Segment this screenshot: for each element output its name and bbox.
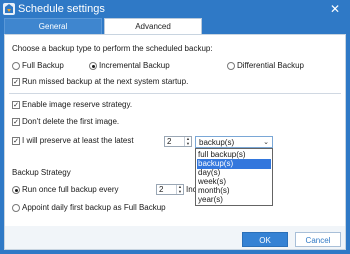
differential-backup-label[interactable]: Differential Backup [237,61,304,71]
backup-type-prompt: Choose a backup type to perform the sche… [12,44,213,53]
window-title: Schedule settings [18,3,105,15]
appoint-daily-radio[interactable] [12,204,20,212]
run-once-label[interactable]: Run once full backup every [22,185,119,195]
preserve-count-value: 2 [167,137,172,146]
tab-general[interactable]: General [4,18,102,34]
differential-backup-radio[interactable] [227,62,235,70]
full-backup-label[interactable]: Full Backup [22,61,64,71]
full-backup-interval-stepper[interactable]: 2 ▲ ▼ [156,184,184,195]
image-reserve-checkbox[interactable]: ✓ [12,101,20,109]
tab-advanced[interactable]: Advanced [104,18,202,34]
tab-bar: General Advanced [0,18,350,34]
button-bar [5,226,345,249]
run-missed-checkbox[interactable]: ✓ [12,78,20,86]
title-bar: Schedule settings ✕ [0,0,350,18]
ok-button[interactable]: OK [242,232,288,247]
incremental-backup-label[interactable]: Incremental Backup [99,61,170,71]
chevron-down-icon[interactable]: ⌄ [263,138,269,147]
cancel-button[interactable]: Cancel [295,232,341,247]
schedule-app-icon [3,3,15,15]
schedule-settings-window: Schedule settings ✕ General Advanced Cho… [0,0,350,254]
preserve-unit-value: backup(s) [199,138,235,147]
spin-arrows-icon[interactable]: ▲ ▼ [176,184,183,194]
preserve-latest-label[interactable]: I will preserve at least the latest [22,136,134,146]
close-icon[interactable]: ✕ [326,2,344,16]
image-reserve-label[interactable]: Enable image reserve strategy. [22,100,132,110]
incremental-backup-radio[interactable] [89,62,97,70]
run-once-radio[interactable] [12,186,20,194]
preserve-count-stepper[interactable]: 2 ▲ ▼ [164,136,192,147]
preserve-unit-dropdown: full backup(s) backup(s) day(s) week(s) … [195,148,273,206]
dont-delete-first-label[interactable]: Don't delete the first image. [22,117,119,127]
preserve-latest-checkbox[interactable]: ✓ [12,137,20,145]
dropdown-option[interactable]: year(s) [197,195,271,205]
preserve-unit-select[interactable]: backup(s) ⌄ [195,136,273,148]
dont-delete-first-checkbox[interactable]: ✓ [12,118,20,126]
spin-arrows-icon[interactable]: ▲ ▼ [184,136,191,146]
section-divider [9,93,341,94]
appoint-daily-label[interactable]: Appoint daily first backup as Full Backu… [22,203,166,213]
full-backup-radio[interactable] [12,62,20,70]
full-backup-interval-value: 2 [159,185,164,194]
incremental-suffix: Incrementa [186,185,195,194]
backup-strategy-heading: Backup Strategy [12,168,71,177]
run-missed-label[interactable]: Run missed backup at the next system sta… [22,77,188,87]
